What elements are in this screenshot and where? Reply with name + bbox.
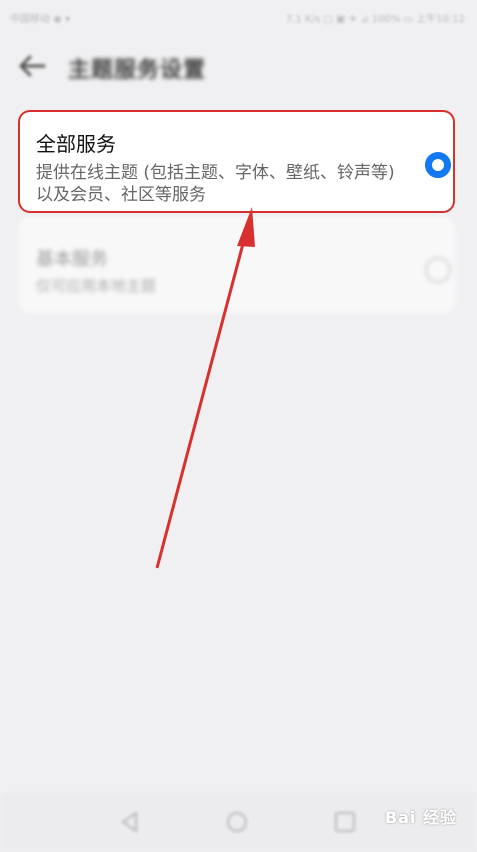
status-bar-right: 7.1 K/s ▢ ▣ ✈ ⊿ 100% ▭ 上午10:12 [286,14,465,25]
back-arrow-icon[interactable] [18,52,46,80]
option-full-service-title: 全部服务 [36,132,116,156]
radio-unselected-icon[interactable] [425,257,451,283]
nav-back-icon[interactable] [118,810,142,834]
status-bar-left: 中国移动 ◉ ▾ [10,14,71,25]
option-full-service-description: 提供在线主题 (包括主题、字体、壁纸、铃声等) 以及会员、社区等服务 [36,163,395,205]
status-bar: 中国移动 ◉ ▾ 7.1 K/s ▢ ▣ ✈ ⊿ 100% ▭ 上午10:12 [0,0,477,34]
option-basic-service-description: 仅可应用本地主题 [36,277,157,295]
watermark: Bai 经验 [384,808,457,827]
nav-home-icon[interactable] [225,810,249,834]
page-title: 主题服务设置 [68,58,207,83]
nav-recent-icon[interactable] [333,810,357,834]
option-basic-service[interactable]: 基本服务 仅可应用本地主题 [18,217,455,313]
option-basic-service-title: 基本服务 [36,249,108,270]
app-header: 主题服务设置 [0,34,477,98]
radio-selected-icon[interactable] [425,152,451,178]
option-full-service[interactable]: 全部服务 提供在线主题 (包括主题、字体、壁纸、铃声等) 以及会员、社区等服务 [18,110,455,213]
